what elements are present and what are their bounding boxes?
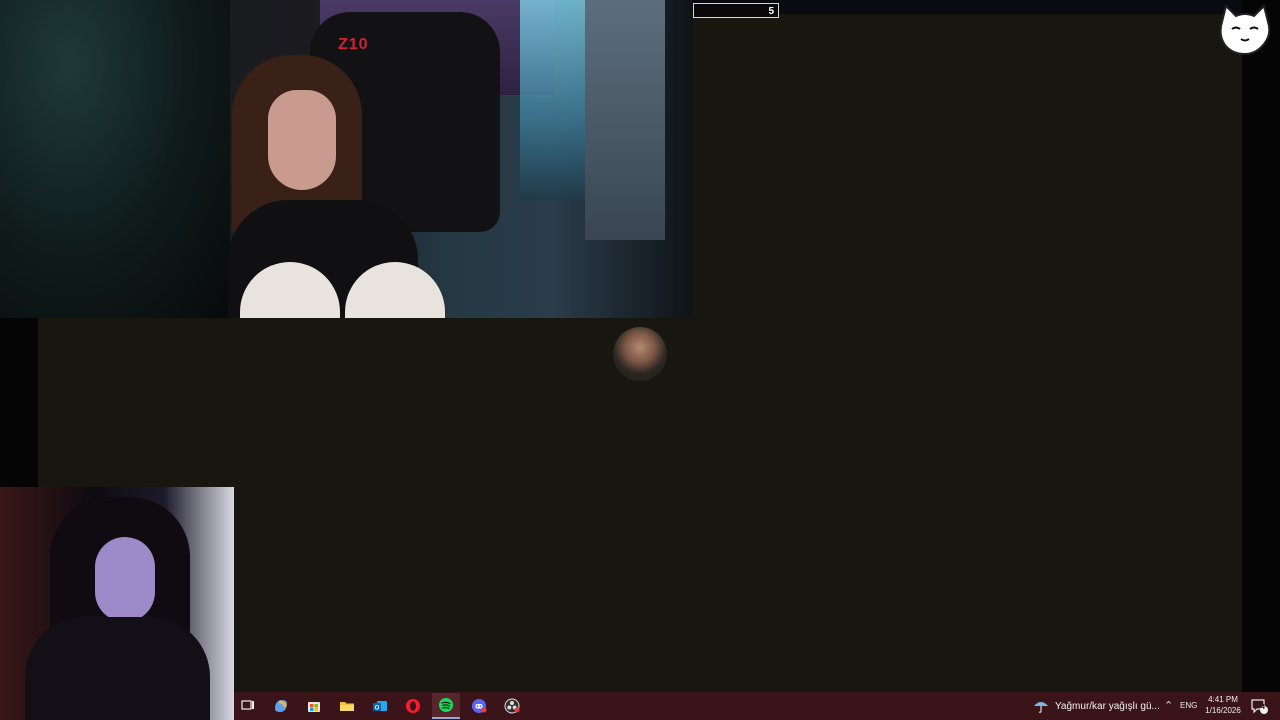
left-dark-region — [0, 318, 38, 488]
room-wall — [0, 0, 230, 318]
clock-date: 1/16/2026 — [1205, 706, 1241, 715]
language-indicator[interactable]: ENG — [1180, 701, 1197, 710]
notification-icon — [1251, 699, 1268, 714]
caller-avatar[interactable] — [613, 327, 667, 381]
chair-logo: Z10 — [338, 36, 369, 53]
umbrella-icon — [1034, 702, 1048, 713]
system-clock[interactable]: 4:41 PM 1/16/2026 — [1203, 694, 1243, 716]
counter-overlay: 5 — [693, 3, 779, 18]
obs-icon[interactable] — [498, 694, 526, 718]
discord-icon[interactable] — [465, 694, 493, 718]
streamer-face — [268, 90, 336, 190]
guest-face — [95, 537, 155, 622]
notification-center[interactable]: 4 — [1250, 698, 1268, 714]
task-view-icon[interactable] — [234, 694, 262, 718]
clock-time: 4:41 PM — [1208, 695, 1238, 704]
copilot-icon[interactable] — [267, 694, 295, 718]
secondary-webcam-feed — [0, 487, 234, 720]
opera-icon[interactable] — [399, 694, 427, 718]
right-dark-region — [1242, 0, 1280, 692]
mascot-logo — [1216, 2, 1274, 56]
windows-taskbar: O Yağmur/kar yağışlı gü... ⌃ ENG 4:41 PM… — [234, 692, 1280, 720]
main-webcam-feed: Z10 — [0, 0, 692, 318]
outlook-icon[interactable]: O — [366, 694, 394, 718]
spotify-icon[interactable] — [432, 693, 460, 719]
svg-text:O: O — [375, 706, 380, 712]
file-explorer-icon[interactable] — [333, 694, 361, 718]
chevron-up-icon[interactable]: ⌃ — [1164, 699, 1173, 712]
notification-badge: 4 — [1261, 704, 1265, 711]
microsoft-store-icon[interactable] — [300, 694, 328, 718]
weather-widget[interactable]: Yağmur/kar yağışlı gü... — [1032, 692, 1160, 720]
weather-text: Yağmur/kar yağışlı gü... — [1055, 700, 1160, 712]
door — [585, 0, 665, 240]
guest-body — [25, 617, 210, 720]
